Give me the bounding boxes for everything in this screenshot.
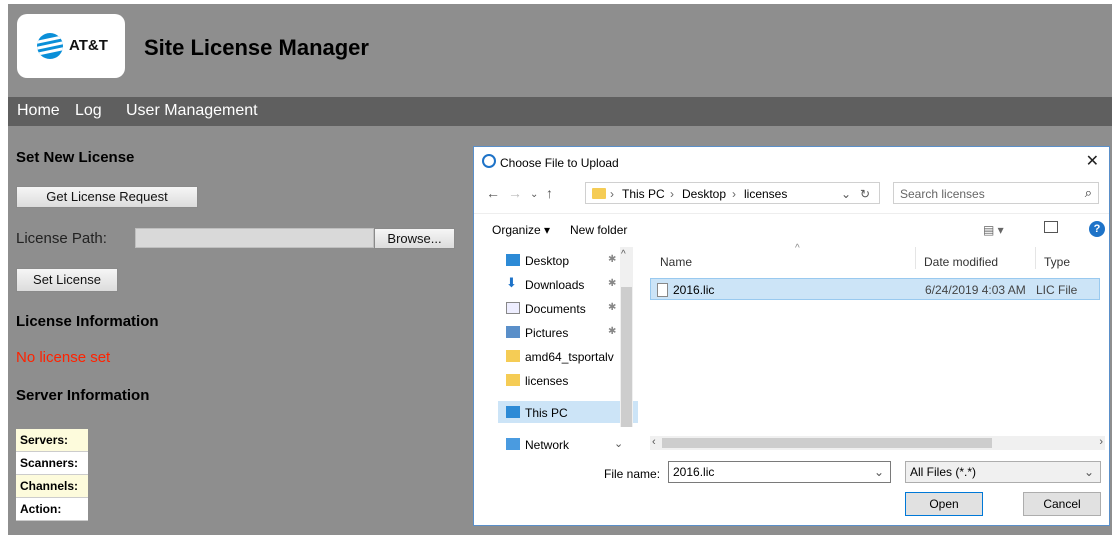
main-nav: Home Log User Management <box>8 97 1112 126</box>
column-date-modified[interactable]: Date modified <box>924 255 998 269</box>
breadcrumb-licenses[interactable]: licenses <box>744 187 787 201</box>
page: AT&T Site License Manager Home Log User … <box>8 4 1112 535</box>
pin-icon: ✱ <box>608 254 617 265</box>
files-scroll-thumb[interactable] <box>662 438 992 448</box>
pin-icon: ✱ <box>608 278 617 289</box>
pin-icon: ✱ <box>608 302 617 313</box>
chevron-down-icon[interactable]: ⌄ <box>874 465 884 479</box>
scroll-down-icon[interactable]: ⌄ <box>614 437 623 450</box>
tree-item-licenses[interactable]: licenses <box>498 371 638 391</box>
tree-item-desktop[interactable]: Desktop ✱ <box>498 251 638 271</box>
license-information-title: License Information <box>16 313 159 330</box>
scanners-label: Scanners: <box>16 452 88 475</box>
header: AT&T Site License Manager <box>8 4 1112 96</box>
close-icon[interactable]: ✕ <box>1086 151 1099 171</box>
column-type[interactable]: Type <box>1044 255 1070 269</box>
search-icon[interactable]: ⌕ <box>1085 185 1092 201</box>
desktop-icon <box>506 254 520 266</box>
downloads-arrow-icon: ⬇ <box>506 275 517 290</box>
folder-icon <box>506 350 520 362</box>
pictures-icon <box>506 326 520 338</box>
file-type: LIC File <box>1036 283 1078 297</box>
forward-arrow-icon[interactable]: → <box>508 185 522 201</box>
file-name: 2016.lic <box>673 283 715 297</box>
scroll-left-icon[interactable]: ‹ <box>652 436 656 448</box>
browse-button[interactable]: Browse... <box>374 228 455 249</box>
tree-scroll-thumb[interactable] <box>621 287 632 427</box>
new-folder-button[interactable]: New folder <box>570 223 627 237</box>
documents-icon <box>506 302 520 314</box>
file-type-filter-value: All Files (*.*) <box>910 465 977 479</box>
computer-icon <box>506 406 520 418</box>
scroll-up-icon[interactable]: ^ <box>621 249 626 260</box>
folder-icon <box>592 188 606 199</box>
scroll-right-icon[interactable]: › <box>1099 436 1103 448</box>
att-globe-icon <box>37 33 63 59</box>
network-icon <box>506 438 520 450</box>
tree-item-amd64[interactable]: amd64_tsportalv <box>498 347 638 367</box>
nav-user-management[interactable]: User Management <box>126 102 258 120</box>
file-type-filter[interactable]: All Files (*.*) ⌄ <box>905 461 1101 483</box>
file-row[interactable]: 2016.lic 6/24/2019 4:03 AM LIC File <box>650 278 1100 300</box>
search-box[interactable]: Search licenses ⌕ <box>893 182 1099 204</box>
chevron-down-icon[interactable]: ⌄ <box>841 187 851 201</box>
open-button[interactable]: Open <box>905 492 983 516</box>
folder-icon <box>506 374 520 386</box>
tree-item-this-pc[interactable]: This PC <box>498 401 638 423</box>
channels-label: Channels: <box>16 475 88 498</box>
tree-item-pictures[interactable]: Pictures ✱ <box>498 323 638 343</box>
chevron-down-icon[interactable]: ⌄ <box>1084 465 1094 479</box>
preview-pane-icon[interactable] <box>1044 221 1058 233</box>
back-arrow-icon[interactable]: ← <box>486 185 500 201</box>
action-label: Action: <box>16 498 88 521</box>
files-scrollbar[interactable]: ‹ › <box>650 436 1105 450</box>
file-name-label: File name: <box>604 467 661 481</box>
pin-icon: ✱ <box>608 326 617 337</box>
file-upload-dialog: Choose File to Upload ✕ ← → ⌄ ↑ › This P… <box>473 146 1110 526</box>
license-path-input[interactable] <box>135 228 374 248</box>
att-logo: AT&T <box>17 14 125 78</box>
breadcrumb-this-pc[interactable]: This PC <box>622 187 665 201</box>
sort-caret-icon: ^ <box>795 243 800 254</box>
refresh-icon[interactable]: ↻ <box>860 187 870 201</box>
page-title: Site License Manager <box>144 35 369 60</box>
tree-item-documents[interactable]: Documents ✱ <box>498 299 638 319</box>
dialog-title: Choose File to Upload <box>500 156 619 170</box>
file-name-input[interactable]: 2016.lic ⌄ <box>668 461 891 483</box>
column-name[interactable]: Name <box>660 255 692 269</box>
servers-label: Servers: <box>16 429 88 452</box>
address-bar[interactable]: › This PC › Desktop › licenses ⌄ ↻ <box>585 182 880 204</box>
organize-button[interactable]: Organize ▾ <box>492 223 550 237</box>
file-date: 6/24/2019 4:03 AM <box>925 283 1026 297</box>
help-icon[interactable]: ? <box>1089 221 1105 237</box>
file-icon <box>657 283 668 297</box>
cancel-button[interactable]: Cancel <box>1023 492 1101 516</box>
logo-text: AT&T <box>69 37 108 54</box>
set-license-button[interactable]: Set License <box>16 268 118 292</box>
server-information-title: Server Information <box>16 387 150 404</box>
nav-log[interactable]: Log <box>75 102 102 120</box>
nav-home[interactable]: Home <box>17 102 60 120</box>
view-options-icon[interactable]: ▤ ▾ <box>983 223 1004 237</box>
get-license-request-button[interactable]: Get License Request <box>16 186 198 208</box>
license-path-label: License Path: <box>16 230 107 247</box>
search-placeholder: Search licenses <box>900 187 985 201</box>
breadcrumb-desktop[interactable]: Desktop <box>682 187 726 201</box>
up-arrow-icon[interactable]: ↑ <box>546 185 553 201</box>
ie-icon <box>482 154 496 168</box>
file-name-value: 2016.lic <box>673 465 715 479</box>
tree-item-downloads[interactable]: ⬇ Downloads ✱ <box>498 275 638 295</box>
recent-dropdown-icon[interactable]: ⌄ <box>530 189 538 200</box>
no-license-status: No license set <box>16 349 111 366</box>
server-info-table: Servers: Scanners: Channels: Action: <box>16 429 88 521</box>
set-new-license-title: Set New License <box>16 149 135 166</box>
